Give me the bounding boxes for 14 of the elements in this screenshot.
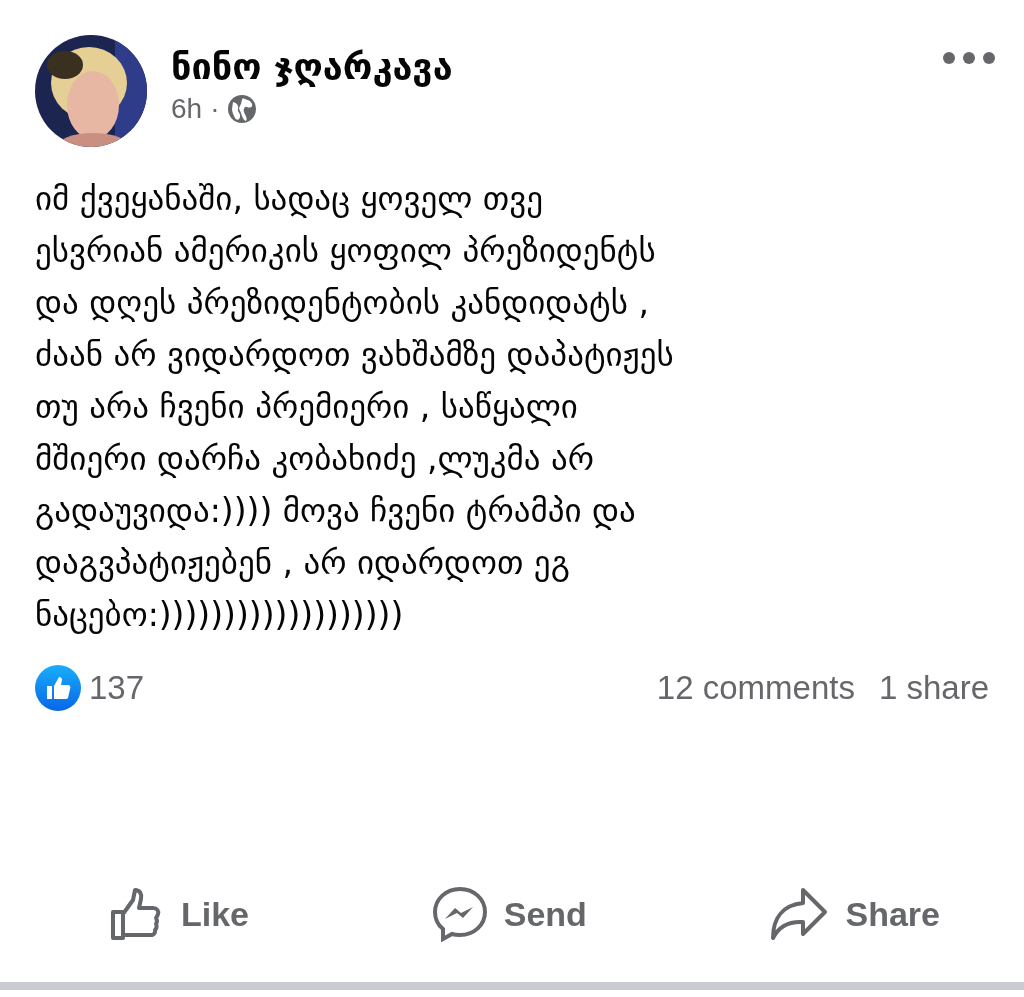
like-button[interactable]: Like xyxy=(95,878,264,950)
share-button[interactable]: Share xyxy=(755,878,954,950)
reaction-count[interactable]: 137 xyxy=(89,663,145,713)
author-name[interactable]: ნინო ჯღარკავა xyxy=(171,45,918,89)
globe-icon[interactable] xyxy=(227,94,258,125)
comments-count[interactable]: 12 comments xyxy=(656,663,855,713)
send-button[interactable]: Send xyxy=(417,878,601,950)
post-text: იმ ქვეყანაში, სადაც ყოველ თვე ესვრიან ამერიკის ყოფილ პრეზიდენტს და დღეს პრეზიდენტობის კანდიდატს , ძაან არ ვიდარდოთ ვახშამზე დაპატიჟეს თუ არა ჩვენი პრემიერი , საწყალი მშიერი დარჩა კობახიძე ,ლუკმა არ გადაუვიდა:)))) მოვა ჩვენი ტრამპი და დაგვპატიჟებენ , არ იდარდოთ ეგ ნაცებო:))))))))))))))))))) xyxy=(34,178,675,636)
separator-dot: · xyxy=(210,92,220,127)
like-reaction-icon[interactable] xyxy=(35,664,81,711)
share-icon xyxy=(769,886,830,942)
post-time[interactable]: 6h xyxy=(171,88,203,131)
shares-count[interactable]: 1 share xyxy=(878,663,989,713)
send-icon xyxy=(431,886,488,942)
